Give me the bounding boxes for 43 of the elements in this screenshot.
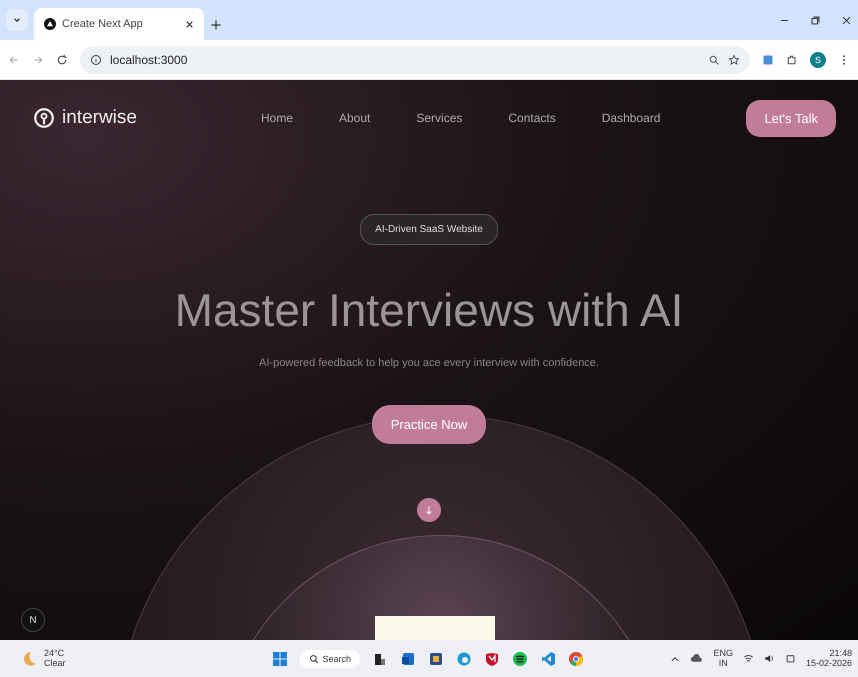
search-icon [308,654,319,664]
brand-logo-icon[interactable] [34,108,54,128]
profile-avatar[interactable]: S [810,52,826,68]
weather-condition: Clear [44,658,66,668]
reload-icon[interactable] [56,54,68,66]
taskbar-search[interactable]: Search [300,650,360,668]
hero-headline: Master Interviews with AI [174,283,684,337]
address-bar[interactable]: localhost:3000 [80,46,750,74]
music-app-icon[interactable] [512,650,528,666]
zoom-icon[interactable] [708,54,720,66]
nav-link[interactable]: Contacts [508,111,556,125]
close-icon[interactable] [841,14,852,26]
language-indicator[interactable]: ENG IN [713,648,733,668]
hero-badge: AI-Driven SaaS Website [360,214,498,245]
wifi-icon[interactable] [742,653,754,664]
puzzle-icon[interactable] [786,54,798,66]
nav-link[interactable]: Home [260,111,293,125]
hero-subtitle: AI-powered feedback to help you ace every interview with confidence. [259,357,599,369]
store-app-icon[interactable] [428,650,444,666]
speaker-icon[interactable] [764,653,775,664]
tab-title: Create Next App [62,18,144,30]
cloud-icon[interactable] [690,652,704,665]
triangle-logo-icon [44,18,56,30]
browser-tab[interactable]: Create Next App [34,8,204,40]
star-icon[interactable] [728,54,740,66]
restore-icon[interactable] [810,14,821,26]
mail-app-icon[interactable] [400,650,416,666]
temperature: 24°C [44,648,66,658]
nav-link[interactable]: Services [416,111,462,125]
shield-app-icon[interactable] [484,650,500,666]
plus-icon[interactable] [210,19,222,31]
brand-name: interwise [62,107,137,129]
code-editor-icon[interactable] [540,650,556,666]
clock[interactable]: 21:48 15-02-2026 [806,648,852,668]
chrome-browser-icon[interactable] [568,650,584,666]
extension-tile-icon[interactable] [762,54,774,66]
nav-link[interactable]: Dashboard [602,111,660,125]
info-icon [90,54,102,66]
nav-link[interactable]: About [339,111,370,125]
tab-list-button[interactable] [6,9,28,31]
start-icon[interactable] [272,650,288,666]
close-icon[interactable] [185,20,194,28]
dev-tools-badge[interactable]: N [21,608,45,632]
